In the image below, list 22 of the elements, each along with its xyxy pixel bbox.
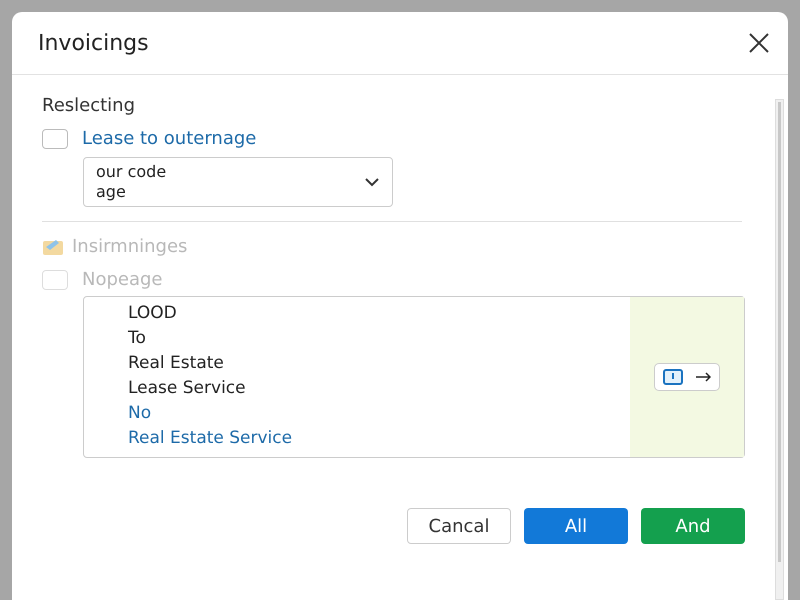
list-item: Lease Service (128, 377, 247, 400)
list-item: LOOD (128, 302, 178, 325)
dialog-button[interactable]: And (641, 508, 745, 544)
close-icon[interactable] (748, 32, 770, 54)
section-heading: Insirmninges (72, 236, 188, 257)
square-icon (663, 369, 683, 385)
dialog-button[interactable]: Cancal (407, 508, 511, 544)
checkbox[interactable] (42, 128, 68, 148)
folder-icon (42, 238, 64, 256)
dialog-button[interactable]: All (524, 508, 628, 544)
scrollbar[interactable] (775, 99, 784, 600)
list-item[interactable]: No (128, 401, 630, 426)
list-item: To (128, 327, 147, 350)
list-item[interactable]: Real Estate Service (128, 426, 630, 451)
section-heading: Reslecting (42, 95, 136, 116)
dialog-title: Invoicings (38, 30, 149, 56)
checkbox-option[interactable]: Lease to outernage (42, 128, 747, 149)
list-item: Real Estate (128, 352, 225, 375)
dropdown-field[interactable]: our code age (83, 157, 393, 207)
right-arrow-icon (695, 372, 711, 382)
move-button[interactable] (654, 363, 720, 391)
chevron-down-icon (364, 177, 380, 187)
